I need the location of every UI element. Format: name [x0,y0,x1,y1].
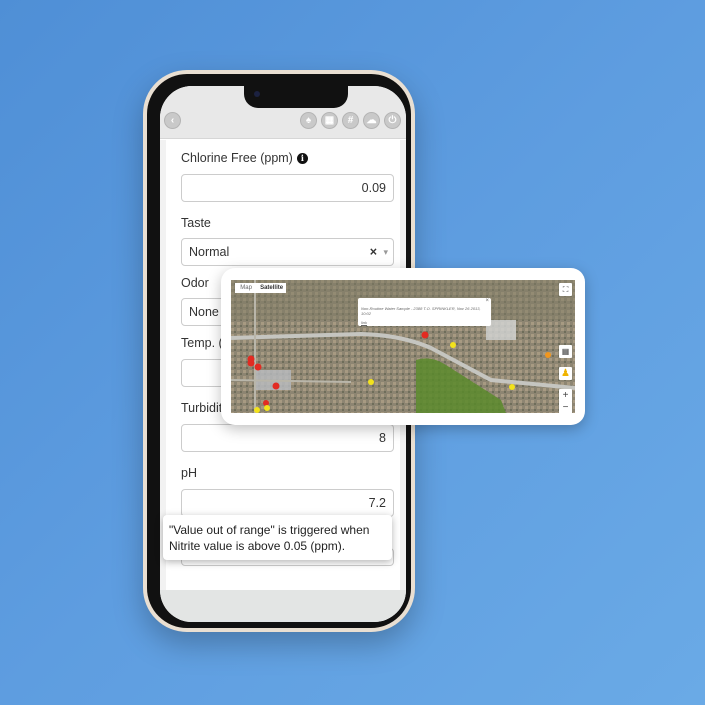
footer-bar [160,590,406,622]
back-icon[interactable]: ‹ [164,112,181,129]
taste-label: Taste [181,216,211,230]
turbidity-input[interactable]: 8 [181,424,394,452]
pegman-icon[interactable]: ♟ [559,367,572,380]
info-icon[interactable]: i [296,153,308,164]
satellite-map[interactable]: Map Satellite Non-Routine Water Sample -… [231,280,575,413]
bell-icon[interactable]: ♠ [300,112,317,129]
range-tooltip: "Value out of range" is triggered when N… [163,515,392,560]
map-card: Map Satellite Non-Routine Water Sample -… [221,268,585,425]
ph-label: pH [181,466,197,480]
popup-link[interactable]: link [361,320,367,325]
ph-input[interactable]: 7.2 [181,489,394,517]
grid-icon[interactable]: # [342,112,359,129]
popup-text: Non-Routine Water Sample - 2388 T.O. SPR… [361,306,481,316]
fullscreen-icon[interactable]: ⛶ [559,283,572,296]
notch [244,86,348,108]
cloud-icon[interactable]: ☁ [363,112,380,129]
camera-icon [254,91,260,97]
odor-label: Odor [181,276,209,290]
zoom-out-button[interactable]: − [559,401,572,413]
clear-icon[interactable]: × [370,239,377,265]
map-type-control: Map Satellite [235,283,286,293]
power-icon[interactable]: ⏻ [384,112,401,129]
marker-popup: Non-Routine Water Sample - 2388 T.O. SPR… [358,298,491,326]
taste-value: Normal [189,245,230,259]
chlorine-label: Chlorine Free (ppm) i [181,151,308,165]
taste-select[interactable]: Normal × ▾ [181,238,394,266]
chevron-down-icon[interactable]: ▾ [383,239,388,265]
tab-satellite[interactable]: Satellite [257,283,286,293]
close-icon[interactable]: × [485,298,489,304]
chlorine-input[interactable]: 0.09 [181,174,394,202]
chlorine-label-text: Chlorine Free (ppm) [181,151,293,165]
layers-icon[interactable]: ▦ [559,345,572,358]
tab-map[interactable]: Map [235,283,257,293]
calendar-icon[interactable]: ▦ [321,112,338,129]
